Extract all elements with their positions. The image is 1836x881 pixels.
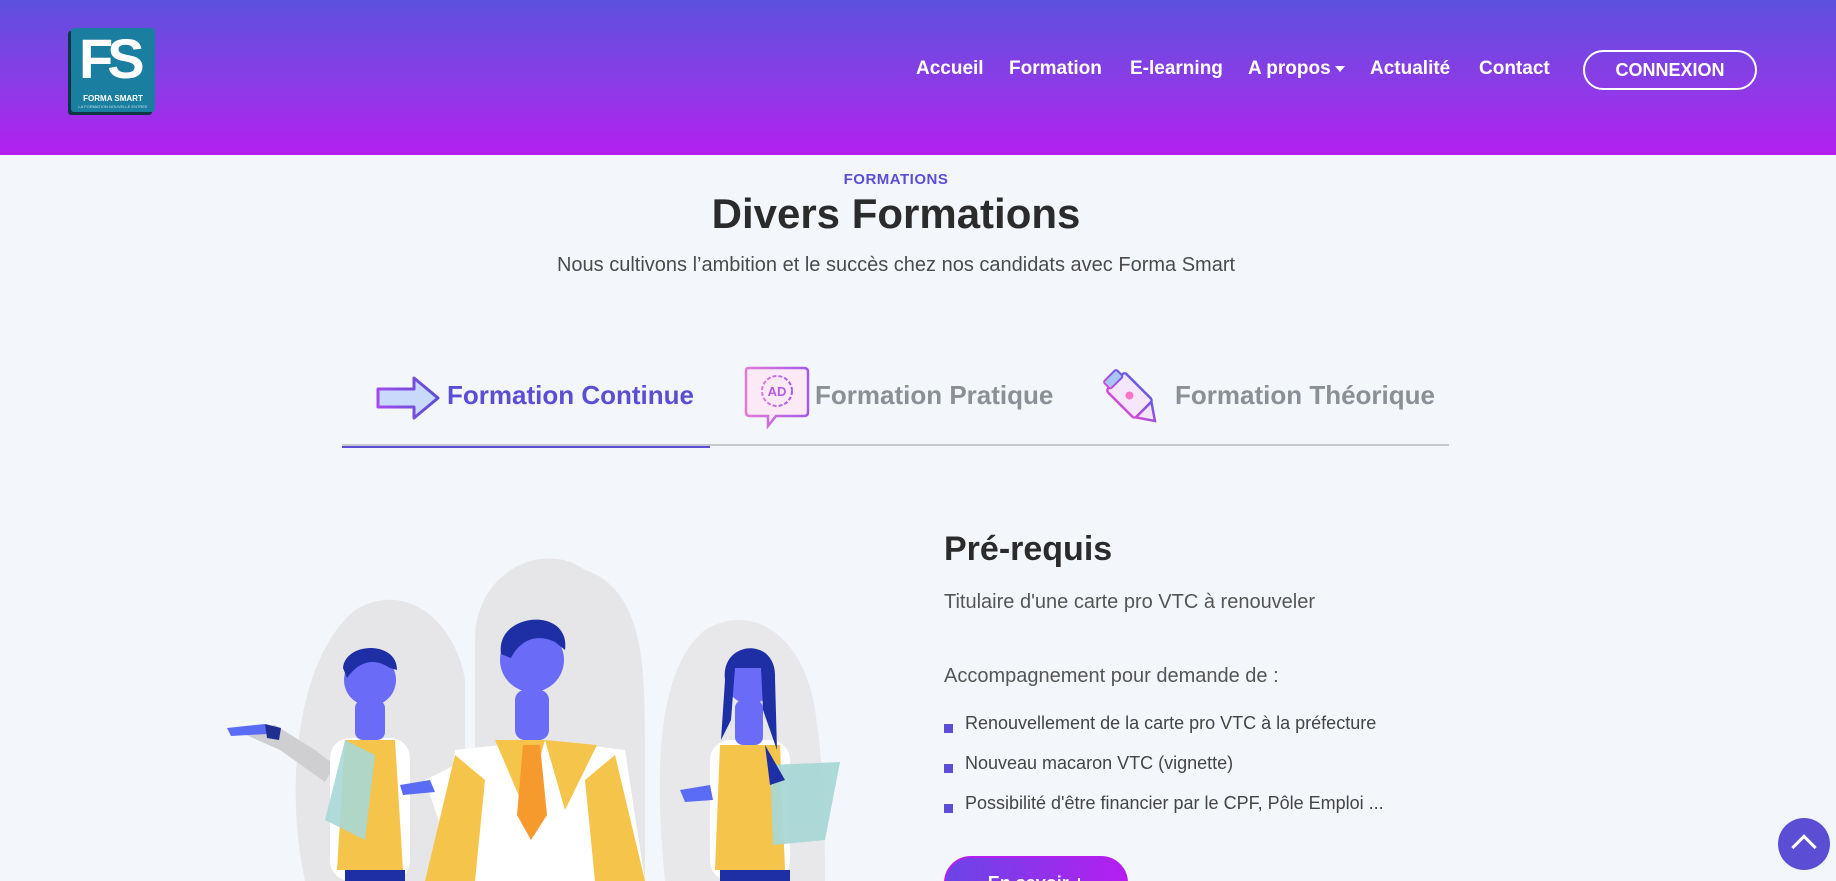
pen-icon <box>1103 369 1157 423</box>
tab-formation-pratique[interactable]: AD Formation Pratique <box>710 360 1070 446</box>
site-header: FS FORMA SMART LA FORMATION NOUVELLE ENT… <box>0 0 1836 155</box>
nav-contact[interactable]: Contact <box>1479 58 1550 80</box>
svg-text:AD: AD <box>768 384 787 399</box>
bullet-list: Renouvellement de la carte pro VTC à la … <box>944 712 1384 832</box>
arrow-right-icon <box>376 376 440 420</box>
nav-formation[interactable]: Formation <box>1009 58 1102 80</box>
scroll-to-top-button[interactable] <box>1778 818 1830 870</box>
section-subtitle: Nous cultivons l’ambition et le succès c… <box>556 254 1236 276</box>
content-text: Titulaire d'une carte pro VTC à renouvel… <box>944 591 1316 613</box>
nav-elearning[interactable]: E-learning <box>1130 58 1223 80</box>
nav-a-propos[interactable]: A propos <box>1248 58 1345 80</box>
nav-a-propos-label: A propos <box>1248 58 1331 79</box>
content-text-2: Accompagnement pour demande de : <box>944 665 1279 687</box>
chevron-down-icon <box>1334 65 1345 72</box>
logo-tagline: LA FORMATION NOUVELLE ENTREE <box>78 104 148 109</box>
forma-smart-logo[interactable]: FS FORMA SMART LA FORMATION NOUVELLE ENT… <box>71 28 155 112</box>
section-eyebrow: FORMATIONS <box>843 171 949 188</box>
logo-mark: FS <box>79 27 145 90</box>
logo-brand: FORMA SMART <box>83 94 143 103</box>
team-illustration <box>227 558 840 881</box>
ad-badge-icon: AD <box>744 366 810 430</box>
content-title: Pré-requis <box>944 530 1113 568</box>
tab-formation-theorique[interactable]: Formation Théorique <box>1070 360 1449 446</box>
section-title: Divers Formations <box>711 190 1081 237</box>
tab-label: Formation Théorique <box>1175 380 1435 410</box>
list-item: Nouveau macaron VTC (vignette) <box>944 752 1384 792</box>
learn-more-button[interactable]: En savoir + <box>944 856 1128 881</box>
chevron-up-icon <box>1791 834 1817 860</box>
list-item: Renouvellement de la carte pro VTC à la … <box>944 712 1384 752</box>
formation-tabs: Formation Continue AD Formation Pratique… <box>342 360 1449 448</box>
tab-label: Formation Pratique <box>815 380 1054 410</box>
login-button[interactable]: CONNEXION <box>1583 50 1757 90</box>
tab-formation-continue[interactable]: Formation Continue <box>342 360 710 448</box>
tab-label: Formation Continue <box>447 380 694 410</box>
nav-actualite[interactable]: Actualité <box>1370 58 1450 80</box>
list-item: Possibilité d'être financier par le CPF,… <box>944 792 1384 832</box>
nav-accueil[interactable]: Accueil <box>916 58 984 80</box>
